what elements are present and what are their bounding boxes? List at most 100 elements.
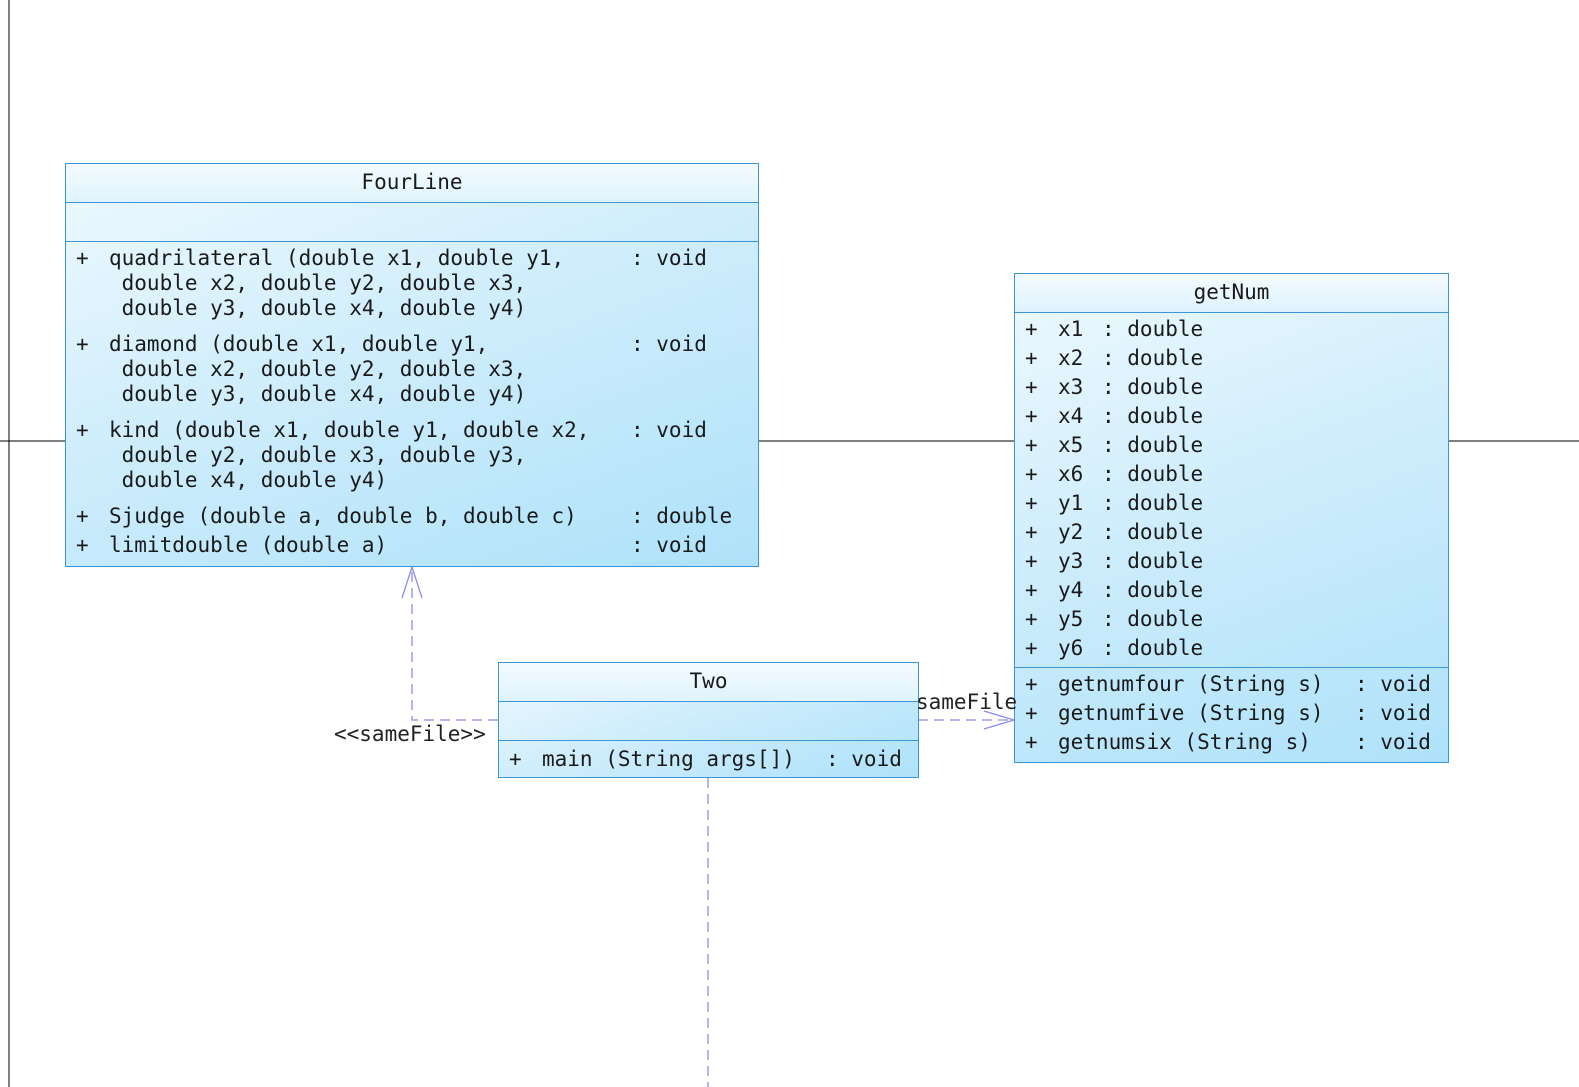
attribute: + x2: double: [1015, 344, 1448, 373]
attribute-name: y6: [1058, 636, 1084, 660]
attribute-name: y4: [1058, 578, 1084, 602]
attribute-name: x1: [1058, 317, 1084, 341]
attribute-name: x3: [1058, 375, 1084, 399]
visibility-marker: +: [1025, 375, 1038, 399]
operation: + main (String args[]) : void: [499, 745, 918, 774]
visibility-marker: +: [1025, 433, 1038, 457]
attribute: + y1 : double: [1015, 489, 1448, 518]
visibility-marker: +: [1025, 520, 1038, 544]
attribute: + x6 : double: [1015, 460, 1448, 489]
return-type: : void: [1355, 730, 1431, 754]
attributes-compartment: [66, 203, 758, 242]
return-type: : double: [631, 504, 733, 528]
class-fourline[interactable]: FourLine + quadrilateral (double x1, doub…: [65, 163, 759, 567]
class-two[interactable]: Two + main (String args[]) : void: [498, 662, 919, 778]
operation-signature-line: quadrilateral (double x1, double y1,: [109, 246, 565, 270]
operations-compartment: + getnumfour (String s) : void + getnumfive …: [1015, 668, 1448, 757]
visibility-marker: +: [1025, 462, 1038, 486]
attributes-compartment: [499, 702, 918, 741]
attribute: + y4 : double: [1015, 576, 1448, 605]
visibility-marker: +: [76, 533, 89, 557]
operation-signature-line: double x4, double y4): [109, 468, 388, 492]
operation-signature-line: double y3, double x4, double y4): [109, 296, 527, 320]
attributes-compartment: + x1 : double + x2 : double + x3 : double + x4 : do…: [1015, 313, 1448, 668]
operation: + limitdouble (double a): void: [66, 533, 758, 562]
operation: + getnumfour (String s) : void: [1015, 670, 1448, 699]
return-type: : void: [631, 533, 707, 557]
operation-signature-line: double x2, double y2, double x3,: [109, 357, 527, 381]
attribute-type: : double: [1102, 317, 1204, 341]
attribute-name: x5: [1058, 433, 1084, 457]
attribute-type: : double: [1102, 607, 1204, 631]
attribute-name: y3: [1058, 549, 1084, 573]
operation-signature-line: double y3, double x4, double y4): [109, 382, 527, 406]
attribute: + x5 : double: [1015, 431, 1448, 460]
attribute-type: : double: [1102, 549, 1204, 573]
dependency-two-to-fourline: [411, 567, 498, 721]
operation-signature-line: kind (double x1, double y1, double x2,: [109, 418, 590, 442]
operation: + quadrilateral (double x1, double y1, do…: [66, 246, 758, 332]
visibility-marker: +: [76, 418, 89, 442]
visibility-marker: +: [76, 504, 89, 528]
attribute-name: x6: [1058, 462, 1084, 486]
operation: + getnumfive (String s) : void: [1015, 699, 1448, 728]
operation: + Sjudge (double a, double b, double c) : …: [66, 504, 758, 533]
return-type: : void: [1355, 672, 1431, 696]
operation-signature-line: double y2, double x3, double y3,: [109, 443, 527, 467]
visibility-marker: +: [1025, 636, 1038, 660]
return-type: : void: [631, 418, 707, 442]
operations-compartment: + main (String args[]) : void: [499, 741, 918, 774]
return-type: : void: [631, 332, 707, 356]
visibility-marker: +: [509, 747, 522, 771]
return-type: : void: [826, 747, 902, 771]
visibility-marker: +: [1025, 607, 1038, 631]
attribute: + y3 : double: [1015, 547, 1448, 576]
operation-signature-line: double x2, double y2, double x3,: [109, 271, 527, 295]
class-name: Two: [499, 663, 918, 702]
class-getnum[interactable]: getNum + x1 : double + x2 : double + x3 : double…: [1014, 273, 1449, 763]
attribute-name: x4: [1058, 404, 1084, 428]
visibility-marker: +: [1025, 701, 1038, 725]
operation-signature: getnumfour (String s): [1058, 672, 1324, 696]
visibility-marker: +: [1025, 578, 1038, 602]
attribute-type: : double: [1102, 462, 1204, 486]
operation: + diamond (double x1, double y1, double x…: [66, 332, 758, 418]
attribute-type: : double: [1102, 404, 1204, 428]
attribute-type: : double: [1102, 433, 1204, 457]
attribute: + y6 : double: [1015, 634, 1448, 663]
attribute-type: : double: [1102, 636, 1204, 660]
visibility-marker: +: [1025, 549, 1038, 573]
attribute-type: : double: [1102, 578, 1204, 602]
operation-signature-line: diamond (double x1, double y1,: [109, 332, 489, 356]
attribute-name: y5: [1058, 607, 1084, 631]
visibility-marker: +: [76, 246, 89, 270]
attribute: + x1 : double: [1015, 315, 1448, 344]
attribute-type: : double: [1102, 491, 1204, 515]
operations-compartment: + quadrilateral (double x1, double y1, do…: [66, 242, 758, 562]
operation: + kind (double x1, double y1, double x2, …: [66, 418, 758, 504]
attribute-name: y1: [1058, 491, 1084, 515]
visibility-marker: +: [1025, 730, 1038, 754]
attribute-name: x2: [1058, 346, 1084, 370]
operation-signature: main (String args[]): [542, 747, 795, 771]
attribute: + x3: double: [1015, 373, 1448, 402]
relation-label-samefile: sameFile: [916, 690, 1018, 714]
class-name: getNum: [1015, 274, 1448, 313]
attribute-name: y2: [1058, 520, 1084, 544]
return-type: : void: [1355, 701, 1431, 725]
visibility-marker: +: [1025, 404, 1038, 428]
class-name: FourLine: [66, 164, 758, 203]
visibility-marker: +: [1025, 317, 1038, 341]
visibility-marker: +: [1025, 672, 1038, 696]
visibility-marker: +: [76, 332, 89, 356]
operation-signature: getnumfive (String s): [1058, 701, 1324, 725]
relation-label-samefile-stereotype: <<sameFile>>: [334, 722, 486, 746]
visibility-marker: +: [1025, 491, 1038, 515]
attribute-type: : double: [1102, 346, 1204, 370]
attribute-type: : double: [1102, 520, 1204, 544]
attribute: + y2 : double: [1015, 518, 1448, 547]
operation-signature-line: Sjudge (double a, double b, double c): [109, 504, 577, 528]
operation-signature: getnumsix (String s): [1058, 730, 1311, 754]
return-type: : void: [631, 246, 707, 270]
attribute: + y5 : double: [1015, 605, 1448, 634]
